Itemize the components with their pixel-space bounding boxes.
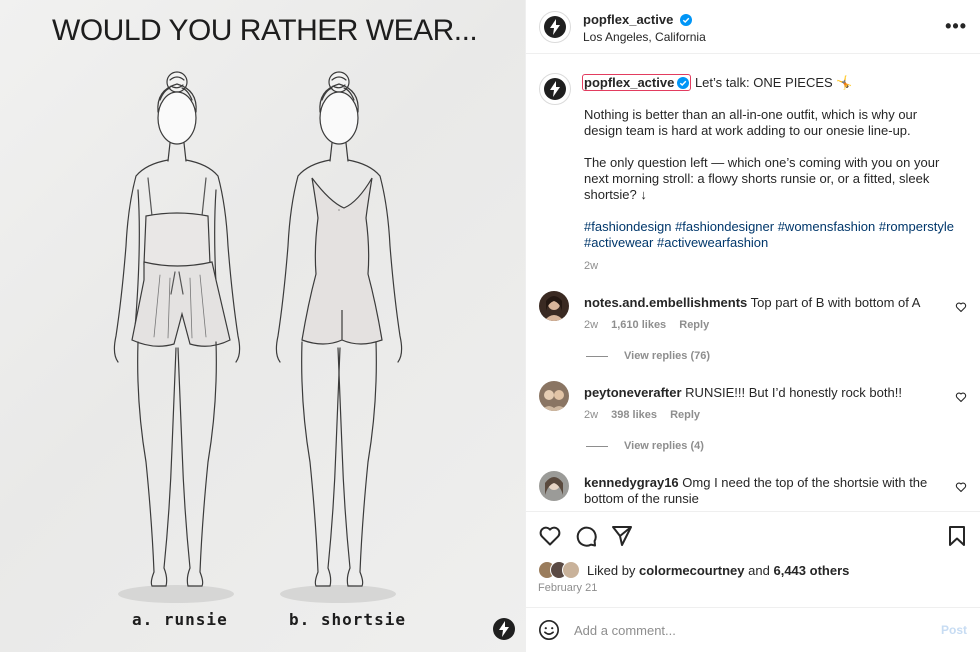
comment-text: kennedygray16 Omg I need the top of the … — [584, 475, 939, 507]
reply-button[interactable]: Reply — [670, 409, 700, 421]
comments-feed[interactable]: popflex_active Let’s talk: ONE PIECES 🤸 … — [526, 55, 980, 511]
caption-username-text[interactable]: popflex_active — [584, 75, 674, 90]
post-date[interactable]: February 21 — [538, 582, 597, 594]
label-shortsie: b. shortsie — [289, 610, 406, 629]
liked-by-and: and — [748, 562, 770, 578]
comment-meta: 2w 398 likes Reply — [584, 409, 710, 421]
comment-body: Top part of B with bottom of A — [750, 295, 921, 310]
popflex-logo-icon — [544, 16, 566, 38]
avatar[interactable] — [539, 11, 571, 43]
figure-b-shortsie — [275, 71, 403, 587]
view-replies-label[interactable]: View replies (4) — [624, 440, 704, 452]
emoji-icon[interactable] — [538, 619, 560, 641]
avatar[interactable] — [539, 471, 569, 501]
divider-line — [586, 445, 608, 447]
post-caption: popflex_active Let’s talk: ONE PIECES 🤸 … — [582, 74, 959, 267]
avatar[interactable] — [539, 381, 569, 411]
liker-avatars — [538, 561, 584, 579]
comment-username[interactable]: peytoneverafter — [584, 385, 682, 400]
user-photo-icon — [539, 471, 569, 501]
verified-badge-icon — [679, 14, 692, 26]
caption-username[interactable]: popflex_active — [582, 74, 692, 91]
post-comment-button[interactable]: Post — [941, 623, 967, 637]
post-sidebar: popflex_active Los Angeles, California •… — [525, 0, 980, 652]
popflex-logo-icon — [544, 78, 566, 100]
reply-button[interactable]: Reply — [679, 319, 709, 331]
heart-icon[interactable] — [955, 301, 967, 313]
add-comment-bar: Post — [526, 607, 980, 652]
popflex-bolt-logo-icon — [493, 618, 515, 640]
more-options-button[interactable]: ••• — [945, 16, 967, 37]
view-replies-button[interactable]: View replies (4) — [586, 440, 704, 452]
caption-avatar[interactable] — [539, 73, 571, 105]
bookmark-icon[interactable] — [945, 524, 969, 548]
comment-text: notes.and.embellishments Top part of B w… — [584, 295, 939, 311]
heart-icon[interactable] — [955, 481, 967, 493]
avatar[interactable] — [539, 291, 569, 321]
caption-paragraph-1: Nothing is better than an all-in-one out… — [584, 107, 918, 138]
comment-time[interactable]: 2w — [584, 319, 598, 331]
user-photo-icon — [539, 291, 569, 321]
instagram-post: WOULD YOU RATHER WEAR... a. runsie b. sh… — [0, 0, 980, 652]
comment-meta: 2w 1,610 likes Reply — [584, 319, 719, 331]
post-actions: Liked by colormecourtney and 6,443 other… — [526, 511, 980, 607]
comment-text: peytoneverafter RUNSIE!!! But I’d honest… — [584, 385, 939, 401]
user-photo-icon — [539, 381, 569, 411]
caption-hashtags[interactable]: #fashiondesign #fashiondesigner #womensf… — [584, 219, 959, 251]
fashion-sketch-illustration — [113, 71, 403, 603]
heart-icon[interactable] — [538, 524, 562, 548]
heart-icon[interactable] — [955, 391, 967, 403]
avatar — [562, 561, 580, 579]
header-username[interactable]: popflex_active — [583, 12, 692, 27]
comment-time[interactable]: 2w — [584, 409, 598, 421]
comment-likes[interactable]: 398 likes — [611, 409, 657, 421]
comment-username[interactable]: notes.and.embellishments — [584, 295, 747, 310]
verified-badge-icon — [677, 77, 690, 89]
comment-icon[interactable] — [574, 524, 598, 548]
header-username-text[interactable]: popflex_active — [583, 12, 673, 27]
comment-body: RUNSIE!!! But I’d honestly rock both!! — [685, 385, 902, 400]
liked-by-row[interactable]: Liked by colormecourtney and 6,443 other… — [538, 561, 849, 579]
label-runsie: a. runsie — [132, 610, 228, 629]
caption-timestamp[interactable]: 2w — [584, 260, 598, 272]
comment-username[interactable]: kennedygray16 — [584, 475, 679, 490]
share-icon[interactable] — [610, 524, 634, 548]
liked-by-others[interactable]: 6,443 others — [773, 563, 849, 578]
liked-by-prefix: Liked by — [587, 562, 636, 578]
location-link[interactable]: Los Angeles, California — [583, 30, 706, 44]
view-replies-label[interactable]: View replies (76) — [624, 350, 710, 362]
comment-likes[interactable]: 1,610 likes — [611, 319, 666, 331]
figure-a-runsie — [113, 71, 241, 587]
divider-line — [586, 355, 608, 357]
post-header: popflex_active Los Angeles, California •… — [526, 0, 980, 54]
comment-input[interactable] — [574, 618, 914, 642]
view-replies-button[interactable]: View replies (76) — [586, 350, 710, 362]
caption-lead: Let’s talk: ONE PIECES 🤸 — [694, 75, 853, 90]
post-image[interactable]: WOULD YOU RATHER WEAR... a. runsie b. sh… — [0, 0, 525, 652]
caption-paragraph-2: The only question left — which one’s com… — [584, 155, 940, 202]
liked-by-user[interactable]: colormecourtney — [639, 563, 744, 578]
